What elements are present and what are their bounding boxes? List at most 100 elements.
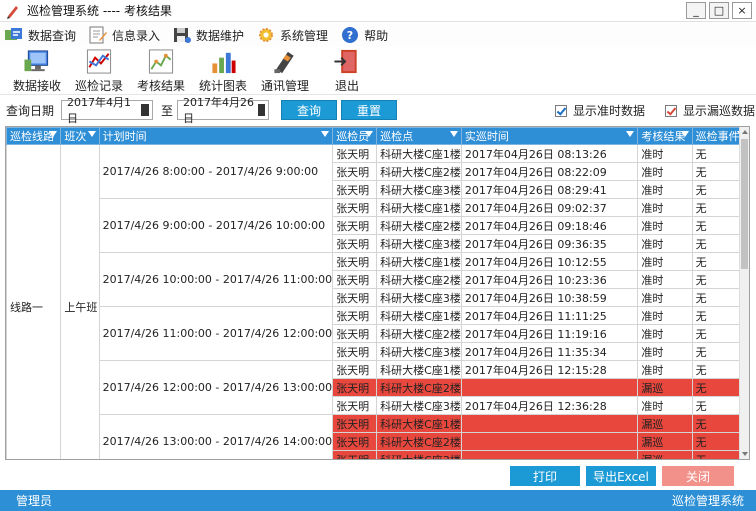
cell-inspector: 张天明 bbox=[332, 450, 378, 459]
filter-icon[interactable] bbox=[49, 131, 58, 137]
scroll-down-icon[interactable] bbox=[742, 452, 748, 456]
checkbox-checked-icon[interactable] bbox=[555, 104, 567, 117]
title-bar: 巡检管理系统 ---- 考核结果 _ □ × bbox=[0, 0, 756, 22]
cell-point: 科研大楼C座3楼 bbox=[376, 234, 462, 253]
cell-plan-time: 2017/4/26 9:00:00 - 2017/4/26 10:00:00 bbox=[98, 198, 334, 253]
status-user: 管理员 bbox=[16, 494, 53, 508]
menu-help[interactable]: ? 帮助 bbox=[340, 24, 388, 46]
statistics-chart-icon bbox=[212, 52, 236, 74]
print-button[interactable]: 打印 bbox=[510, 466, 580, 486]
col-header-actual-time[interactable]: 实巡时间 bbox=[460, 127, 639, 145]
results-table: 巡检线路 班次 计划时间 巡检员 巡检点 实巡时间 考核结果 巡检事件 线路一上… bbox=[6, 127, 749, 459]
cell-actual-time bbox=[460, 378, 639, 397]
col-header-point[interactable]: 巡检点 bbox=[376, 127, 462, 145]
cell-plan-time: 2017/4/26 12:00:00 - 2017/4/26 13:00:00 bbox=[98, 360, 334, 415]
tool-assessment-result[interactable]: 考核结果 bbox=[130, 48, 192, 94]
menu-system-manage[interactable]: 系统管理 bbox=[256, 24, 328, 46]
date-label: 查询日期 bbox=[6, 103, 55, 118]
calendar-icon[interactable] bbox=[257, 104, 266, 116]
cell-inspector: 张天明 bbox=[332, 306, 378, 325]
table-row[interactable]: 2017/4/26 11:00:00 - 2017/4/26 12:00:00 张… bbox=[7, 306, 749, 361]
cell-inspector: 张天明 bbox=[332, 252, 378, 271]
col-header-label: 班次 bbox=[64, 130, 87, 143]
cell-plan-time: 2017/4/26 11:00:00 - 2017/4/26 12:00:00 bbox=[98, 306, 334, 361]
data-maintain-icon bbox=[174, 28, 192, 43]
toolbar: 数据接收 巡检记录 考核结果 统计图表 通讯管理 退出 bbox=[0, 47, 756, 95]
from-date-picker[interactable]: 2017年4月1日 bbox=[61, 96, 154, 125]
window-title: 巡检管理系统 ---- 考核结果 bbox=[27, 4, 172, 18]
checkbox-checked-icon[interactable] bbox=[665, 104, 677, 117]
filter-icon[interactable] bbox=[87, 131, 96, 137]
tool-data-receive[interactable]: 数据接收 bbox=[6, 48, 68, 94]
to-date-picker[interactable]: 2017年4月26日 bbox=[177, 96, 270, 125]
cell-route: 线路一 bbox=[6, 144, 62, 459]
filter-icon[interactable] bbox=[321, 131, 330, 137]
menu-data-query[interactable]: 数据查询 bbox=[4, 24, 76, 46]
col-header-label: 巡检点 bbox=[380, 130, 414, 143]
cell-actual-time: 2017年04月26日 12:36:28 bbox=[460, 396, 639, 415]
cell-inspector: 张天明 bbox=[332, 216, 378, 235]
cell-actual-time: 2017年04月26日 11:19:16 bbox=[460, 324, 639, 343]
cell-result: 准时 bbox=[637, 198, 693, 217]
filter-icon[interactable] bbox=[626, 131, 635, 137]
minimize-button[interactable]: _ bbox=[686, 2, 706, 19]
filter-icon[interactable] bbox=[449, 131, 458, 137]
tool-label: 巡检记录 bbox=[74, 79, 123, 93]
show-ontime-checkbox[interactable]: 显示准时数据 bbox=[555, 102, 645, 119]
menu-label: 帮助 bbox=[364, 28, 389, 43]
calendar-icon[interactable] bbox=[141, 104, 150, 116]
col-header-result[interactable]: 考核结果 bbox=[637, 127, 693, 145]
from-date-value: 2017年4月1日 bbox=[67, 96, 132, 125]
svg-text:?: ? bbox=[347, 29, 353, 42]
tool-label: 通讯管理 bbox=[260, 79, 309, 93]
cell-inspector: 张天明 bbox=[332, 342, 378, 361]
tool-patrol-record[interactable]: 巡检记录 bbox=[68, 48, 130, 94]
checkbox-label: 显示准时数据 bbox=[573, 104, 646, 118]
menu-info-entry[interactable]: 信息录入 bbox=[88, 24, 160, 46]
results-grid: 巡检线路 班次 计划时间 巡检员 巡检点 实巡时间 考核结果 巡检事件 线路一上… bbox=[5, 126, 750, 460]
filter-icon[interactable] bbox=[365, 131, 374, 137]
tool-exit[interactable]: 退出 bbox=[316, 48, 378, 94]
close-window-button[interactable]: × bbox=[732, 2, 752, 19]
table-row[interactable]: 2017/4/26 12:00:00 - 2017/4/26 13:00:00 张… bbox=[7, 360, 749, 415]
menu-data-maintain[interactable]: 数据维护 bbox=[172, 24, 244, 46]
col-header-inspector[interactable]: 巡检员 bbox=[332, 127, 378, 145]
help-icon: ? bbox=[342, 27, 359, 43]
table-row[interactable]: 2017/4/26 9:00:00 - 2017/4/26 10:00:00 张天… bbox=[7, 198, 749, 253]
table-row[interactable]: 线路一 上午班 2017/4/26 8:00:00 - 2017/4/26 9:00… bbox=[6, 144, 749, 459]
cell-actual-time: 2017年04月26日 10:38:59 bbox=[460, 288, 639, 307]
tool-statistics-chart[interactable]: 统计图表 bbox=[192, 48, 254, 94]
filter-icon[interactable] bbox=[680, 131, 689, 137]
cell-result: 漏巡 bbox=[637, 414, 693, 433]
tool-label: 数据接收 bbox=[12, 79, 61, 93]
col-header-route[interactable]: 巡检线路 bbox=[6, 127, 62, 145]
data-query-icon bbox=[5, 28, 22, 40]
table-row[interactable]: 2017/4/26 10:00:00 - 2017/4/26 11:00:00 张… bbox=[7, 252, 749, 307]
cell-plan-time: 2017/4/26 13:00:00 - 2017/4/26 14:00:00 bbox=[98, 414, 334, 459]
query-button[interactable]: 查询 bbox=[281, 100, 338, 120]
scroll-up-icon[interactable] bbox=[742, 130, 748, 134]
checkbox-label: 显示漏巡数据 bbox=[683, 104, 756, 118]
close-button[interactable]: 关闭 bbox=[662, 466, 734, 486]
reset-button[interactable]: 重置 bbox=[341, 100, 398, 120]
tool-communication[interactable]: 通讯管理 bbox=[254, 48, 316, 94]
cell-inspector: 张天明 bbox=[332, 234, 378, 253]
cell-point: 科研大楼C座3楼 bbox=[376, 396, 462, 415]
maximize-button[interactable]: □ bbox=[709, 2, 729, 19]
cell-inspector: 张天明 bbox=[332, 180, 378, 199]
vertical-scrollbar[interactable] bbox=[739, 127, 749, 459]
cell-point: 科研大楼C座2楼 bbox=[376, 216, 462, 235]
cell-result: 准时 bbox=[637, 396, 693, 415]
col-header-label: 实巡时间 bbox=[464, 130, 509, 143]
export-excel-button[interactable]: 导出Excel bbox=[586, 466, 656, 486]
table-row[interactable]: 2017/4/26 13:00:00 - 2017/4/26 14:00:00 张… bbox=[7, 414, 749, 459]
cell-inspector: 张天明 bbox=[332, 396, 378, 415]
menu-label: 数据查询 bbox=[28, 28, 77, 43]
col-header-shift[interactable]: 班次 bbox=[60, 127, 100, 145]
cell-actual-time: 2017年04月26日 08:22:09 bbox=[460, 162, 639, 181]
scroll-thumb[interactable] bbox=[741, 139, 748, 269]
cell-result: 准时 bbox=[637, 288, 693, 307]
cell-actual-time bbox=[460, 450, 639, 459]
col-header-plan-time[interactable]: 计划时间 bbox=[98, 127, 334, 145]
show-missed-checkbox[interactable]: 显示漏巡数据 bbox=[665, 102, 755, 119]
